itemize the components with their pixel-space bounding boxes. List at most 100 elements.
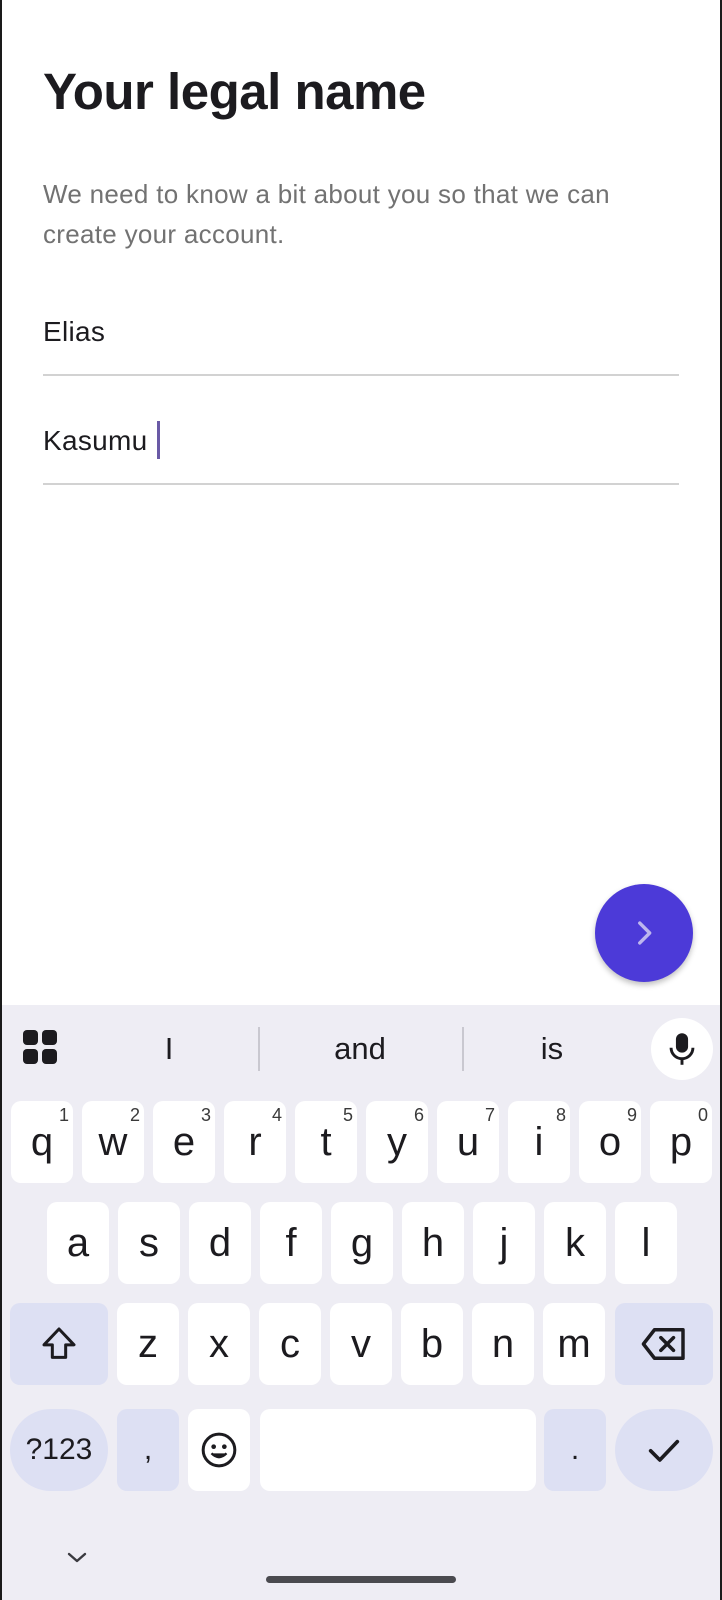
- key-label: g: [350, 1221, 374, 1265]
- app-screen: Your legal name We need to know a bit ab…: [2, 0, 720, 1600]
- key-label: o: [598, 1120, 622, 1164]
- key-label: t: [320, 1120, 332, 1164]
- comma-key-label: ,: [143, 1433, 153, 1466]
- suggestion-1[interactable]: I: [122, 1027, 216, 1071]
- microphone-icon: [669, 1033, 695, 1065]
- key-t[interactable]: t5: [295, 1101, 357, 1183]
- last-name-input-content: Kasumu: [43, 420, 160, 459]
- key-label: z: [138, 1322, 158, 1366]
- key-label: p: [669, 1120, 693, 1164]
- key-label: m: [557, 1322, 591, 1366]
- key-number-hint: 2: [129, 1105, 140, 1125]
- key-m[interactable]: m: [543, 1303, 605, 1385]
- space-key[interactable]: [260, 1409, 536, 1491]
- shift-icon: [42, 1327, 76, 1359]
- last-name-field[interactable]: Kasumu: [43, 415, 679, 485]
- key-number-hint: 7: [484, 1105, 495, 1125]
- key-label: u: [456, 1120, 480, 1164]
- next-button[interactable]: [595, 884, 693, 982]
- first-name-field[interactable]: Elias: [43, 306, 679, 376]
- key-label: y: [387, 1120, 407, 1164]
- key-c[interactable]: c: [259, 1303, 321, 1385]
- first-name-value: Elias: [43, 316, 106, 347]
- chevron-down-icon[interactable]: [64, 1550, 90, 1566]
- key-number-hint: 1: [58, 1105, 69, 1125]
- key-label: n: [491, 1322, 515, 1366]
- key-number-hint: 6: [413, 1105, 424, 1125]
- key-label: b: [420, 1322, 444, 1366]
- text-cursor: [156, 420, 160, 459]
- key-label: c: [280, 1322, 300, 1366]
- key-y[interactable]: y6: [366, 1101, 428, 1183]
- key-number-hint: 4: [271, 1105, 282, 1125]
- on-screen-keyboard: I and is q1w2e3r4t5y6u7i8o9p0 asdfghjkl: [2, 1005, 720, 1600]
- key-label: i: [534, 1120, 544, 1164]
- key-number-hint: 9: [626, 1105, 637, 1125]
- key-label: h: [421, 1221, 445, 1265]
- key-label: e: [172, 1120, 196, 1164]
- key-q[interactable]: q1: [11, 1101, 73, 1183]
- key-l[interactable]: l: [615, 1202, 677, 1284]
- key-label: w: [98, 1120, 128, 1164]
- key-label: s: [139, 1221, 159, 1265]
- chevron-right-icon: [638, 921, 652, 945]
- page-subtitle: We need to know a bit about you so that …: [43, 179, 610, 249]
- key-label: a: [66, 1221, 90, 1265]
- key-label: x: [209, 1322, 229, 1366]
- key-f[interactable]: f: [260, 1202, 322, 1284]
- page-title: Your legal name: [43, 63, 426, 120]
- suggestion-bar: I and is: [2, 1005, 720, 1095]
- key-n[interactable]: n: [472, 1303, 534, 1385]
- last-name-value: Kasumu: [43, 425, 148, 456]
- enter-key[interactable]: [615, 1409, 713, 1491]
- key-label: j: [499, 1221, 509, 1265]
- backspace-key[interactable]: [615, 1303, 713, 1385]
- key-b[interactable]: b: [401, 1303, 463, 1385]
- key-label: q: [30, 1120, 54, 1164]
- key-number-hint: 5: [342, 1105, 353, 1125]
- key-d[interactable]: d: [189, 1202, 251, 1284]
- key-number-hint: 0: [697, 1105, 708, 1125]
- key-i[interactable]: i8: [508, 1101, 570, 1183]
- shift-key[interactable]: [10, 1303, 108, 1385]
- suggestion-divider: [462, 1027, 464, 1071]
- period-key[interactable]: .: [544, 1409, 606, 1491]
- key-x[interactable]: x: [188, 1303, 250, 1385]
- key-label: l: [641, 1221, 651, 1265]
- key-a[interactable]: a: [47, 1202, 109, 1284]
- voice-input-button[interactable]: [651, 1018, 713, 1080]
- symbols-key[interactable]: ?123: [10, 1409, 108, 1491]
- key-h[interactable]: h: [402, 1202, 464, 1284]
- emoji-icon: [201, 1432, 237, 1468]
- key-w[interactable]: w2: [82, 1101, 144, 1183]
- key-z[interactable]: z: [117, 1303, 179, 1385]
- key-g[interactable]: g: [331, 1202, 393, 1284]
- home-indicator: [266, 1576, 456, 1583]
- apps-grid-icon[interactable]: [22, 1029, 58, 1065]
- key-number-hint: 8: [555, 1105, 566, 1125]
- key-label: d: [208, 1221, 232, 1265]
- backspace-icon: [641, 1328, 685, 1360]
- key-j[interactable]: j: [473, 1202, 535, 1284]
- suggestion-3[interactable]: is: [510, 1027, 594, 1071]
- key-o[interactable]: o9: [579, 1101, 641, 1183]
- suggestion-divider: [258, 1027, 260, 1071]
- comma-key[interactable]: ,: [117, 1409, 179, 1491]
- key-label: f: [285, 1221, 297, 1265]
- key-label: k: [565, 1221, 585, 1265]
- key-number-hint: 3: [200, 1105, 211, 1125]
- period-key-label: .: [570, 1433, 580, 1466]
- key-label: r: [248, 1120, 262, 1164]
- key-r[interactable]: r4: [224, 1101, 286, 1183]
- key-e[interactable]: e3: [153, 1101, 215, 1183]
- key-k[interactable]: k: [544, 1202, 606, 1284]
- checkmark-icon: [648, 1439, 680, 1462]
- emoji-key[interactable]: [188, 1409, 250, 1491]
- key-u[interactable]: u7: [437, 1101, 499, 1183]
- suggestion-2[interactable]: and: [302, 1027, 418, 1071]
- symbols-key-label: ?123: [25, 1433, 93, 1466]
- key-v[interactable]: v: [330, 1303, 392, 1385]
- key-p[interactable]: p0: [650, 1101, 712, 1183]
- key-label: v: [351, 1322, 371, 1366]
- key-s[interactable]: s: [118, 1202, 180, 1284]
